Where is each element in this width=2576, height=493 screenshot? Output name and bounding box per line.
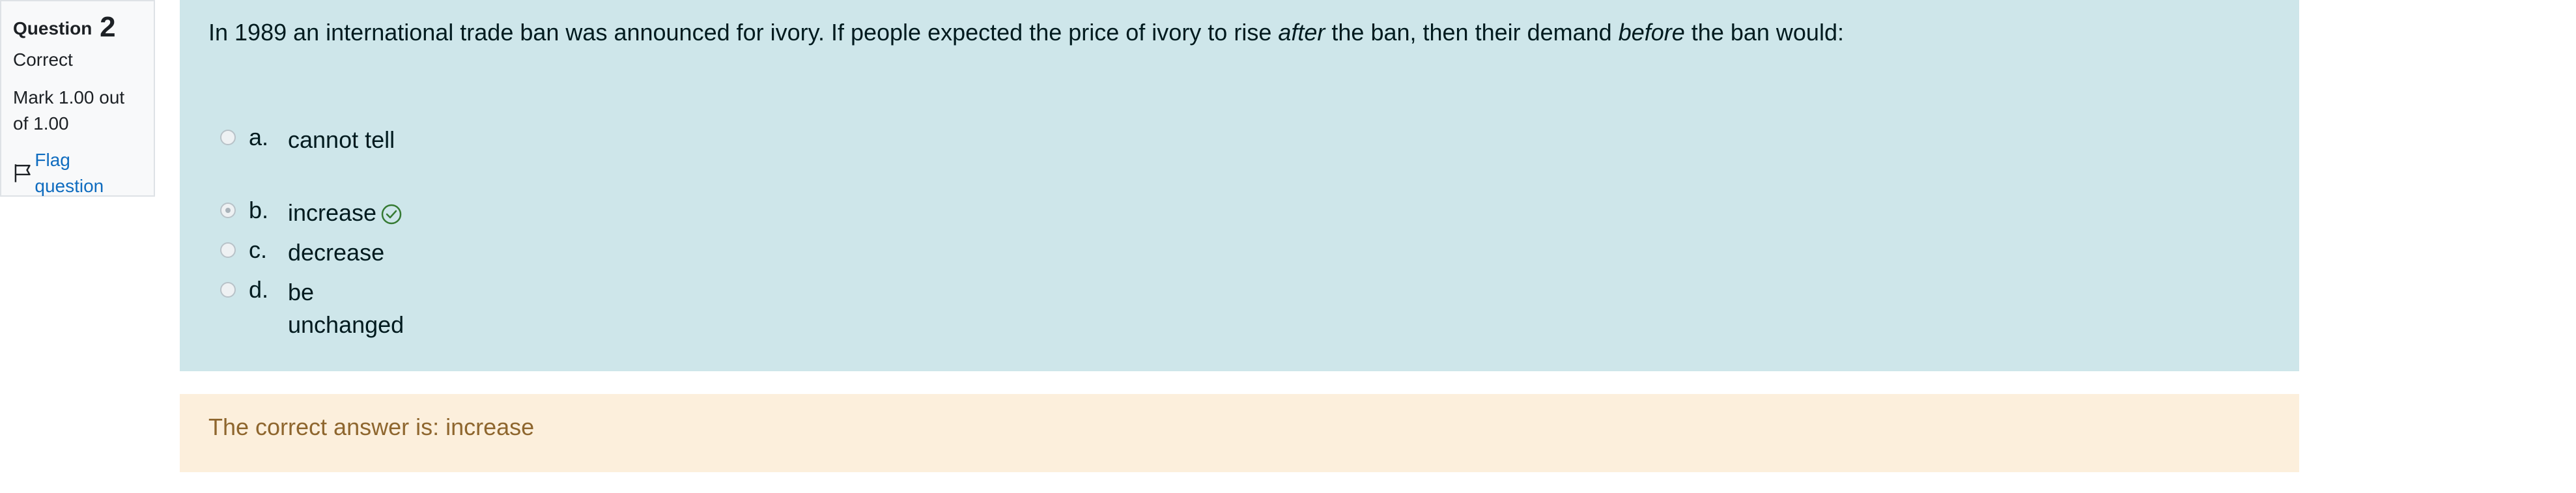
check-circle-icon: [381, 204, 402, 225]
flag-icon: [14, 164, 31, 182]
answer-letter: d.: [249, 276, 269, 303]
radio-button-b[interactable]: [220, 203, 236, 218]
question-text-emphasis-before: before: [1618, 19, 1685, 46]
question-text-part1: In 1989 an international trade ban was a…: [208, 19, 1279, 46]
quiz-question-page: Question 2 Correct Mark 1.00 out of 1.00…: [0, 0, 2576, 493]
answer-option-b[interactable]: b. increase: [220, 197, 403, 229]
flag-question-label: Flag question: [35, 150, 104, 196]
radio-button-c[interactable]: [220, 242, 236, 258]
question-state: Correct: [13, 49, 73, 70]
question-label: Question: [13, 18, 92, 38]
question-number: 2: [100, 11, 116, 43]
flag-question-link[interactable]: Flag question: [13, 147, 142, 199]
answer-option-c[interactable]: c. decrease: [220, 236, 384, 269]
correct-answer-feedback: The correct answer is: increase: [180, 394, 2299, 472]
radio-button-a[interactable]: [220, 130, 236, 145]
question-grade: Mark 1.00 out of 1.00: [13, 87, 125, 134]
question-text-emphasis-after: after: [1278, 19, 1325, 46]
answer-text: decrease: [288, 239, 385, 266]
question-text-part2: the ban, then their demand: [1325, 19, 1619, 46]
answer-option-d[interactable]: d. be unchanged: [220, 276, 412, 341]
question-content: In 1989 an international trade ban was a…: [180, 0, 2299, 371]
answer-text: be unchanged: [288, 279, 404, 338]
answer-letter: b.: [249, 197, 269, 223]
feedback-text: The correct answer is: increase: [208, 414, 535, 440]
radio-button-d[interactable]: [220, 282, 236, 298]
question-text-part3: the ban would:: [1684, 19, 1844, 46]
question-number-heading: Question 2: [13, 11, 142, 43]
answer-letter: c.: [249, 236, 268, 263]
answer-text: increase: [288, 199, 377, 226]
answer-letter: a.: [249, 124, 269, 150]
answer-text: cannot tell: [288, 126, 395, 153]
question-text: In 1989 an international trade ban was a…: [208, 17, 2271, 48]
answer-option-a[interactable]: a. cannot tell: [220, 124, 395, 156]
question-info-panel: Question 2 Correct Mark 1.00 out of 1.00…: [0, 0, 155, 197]
